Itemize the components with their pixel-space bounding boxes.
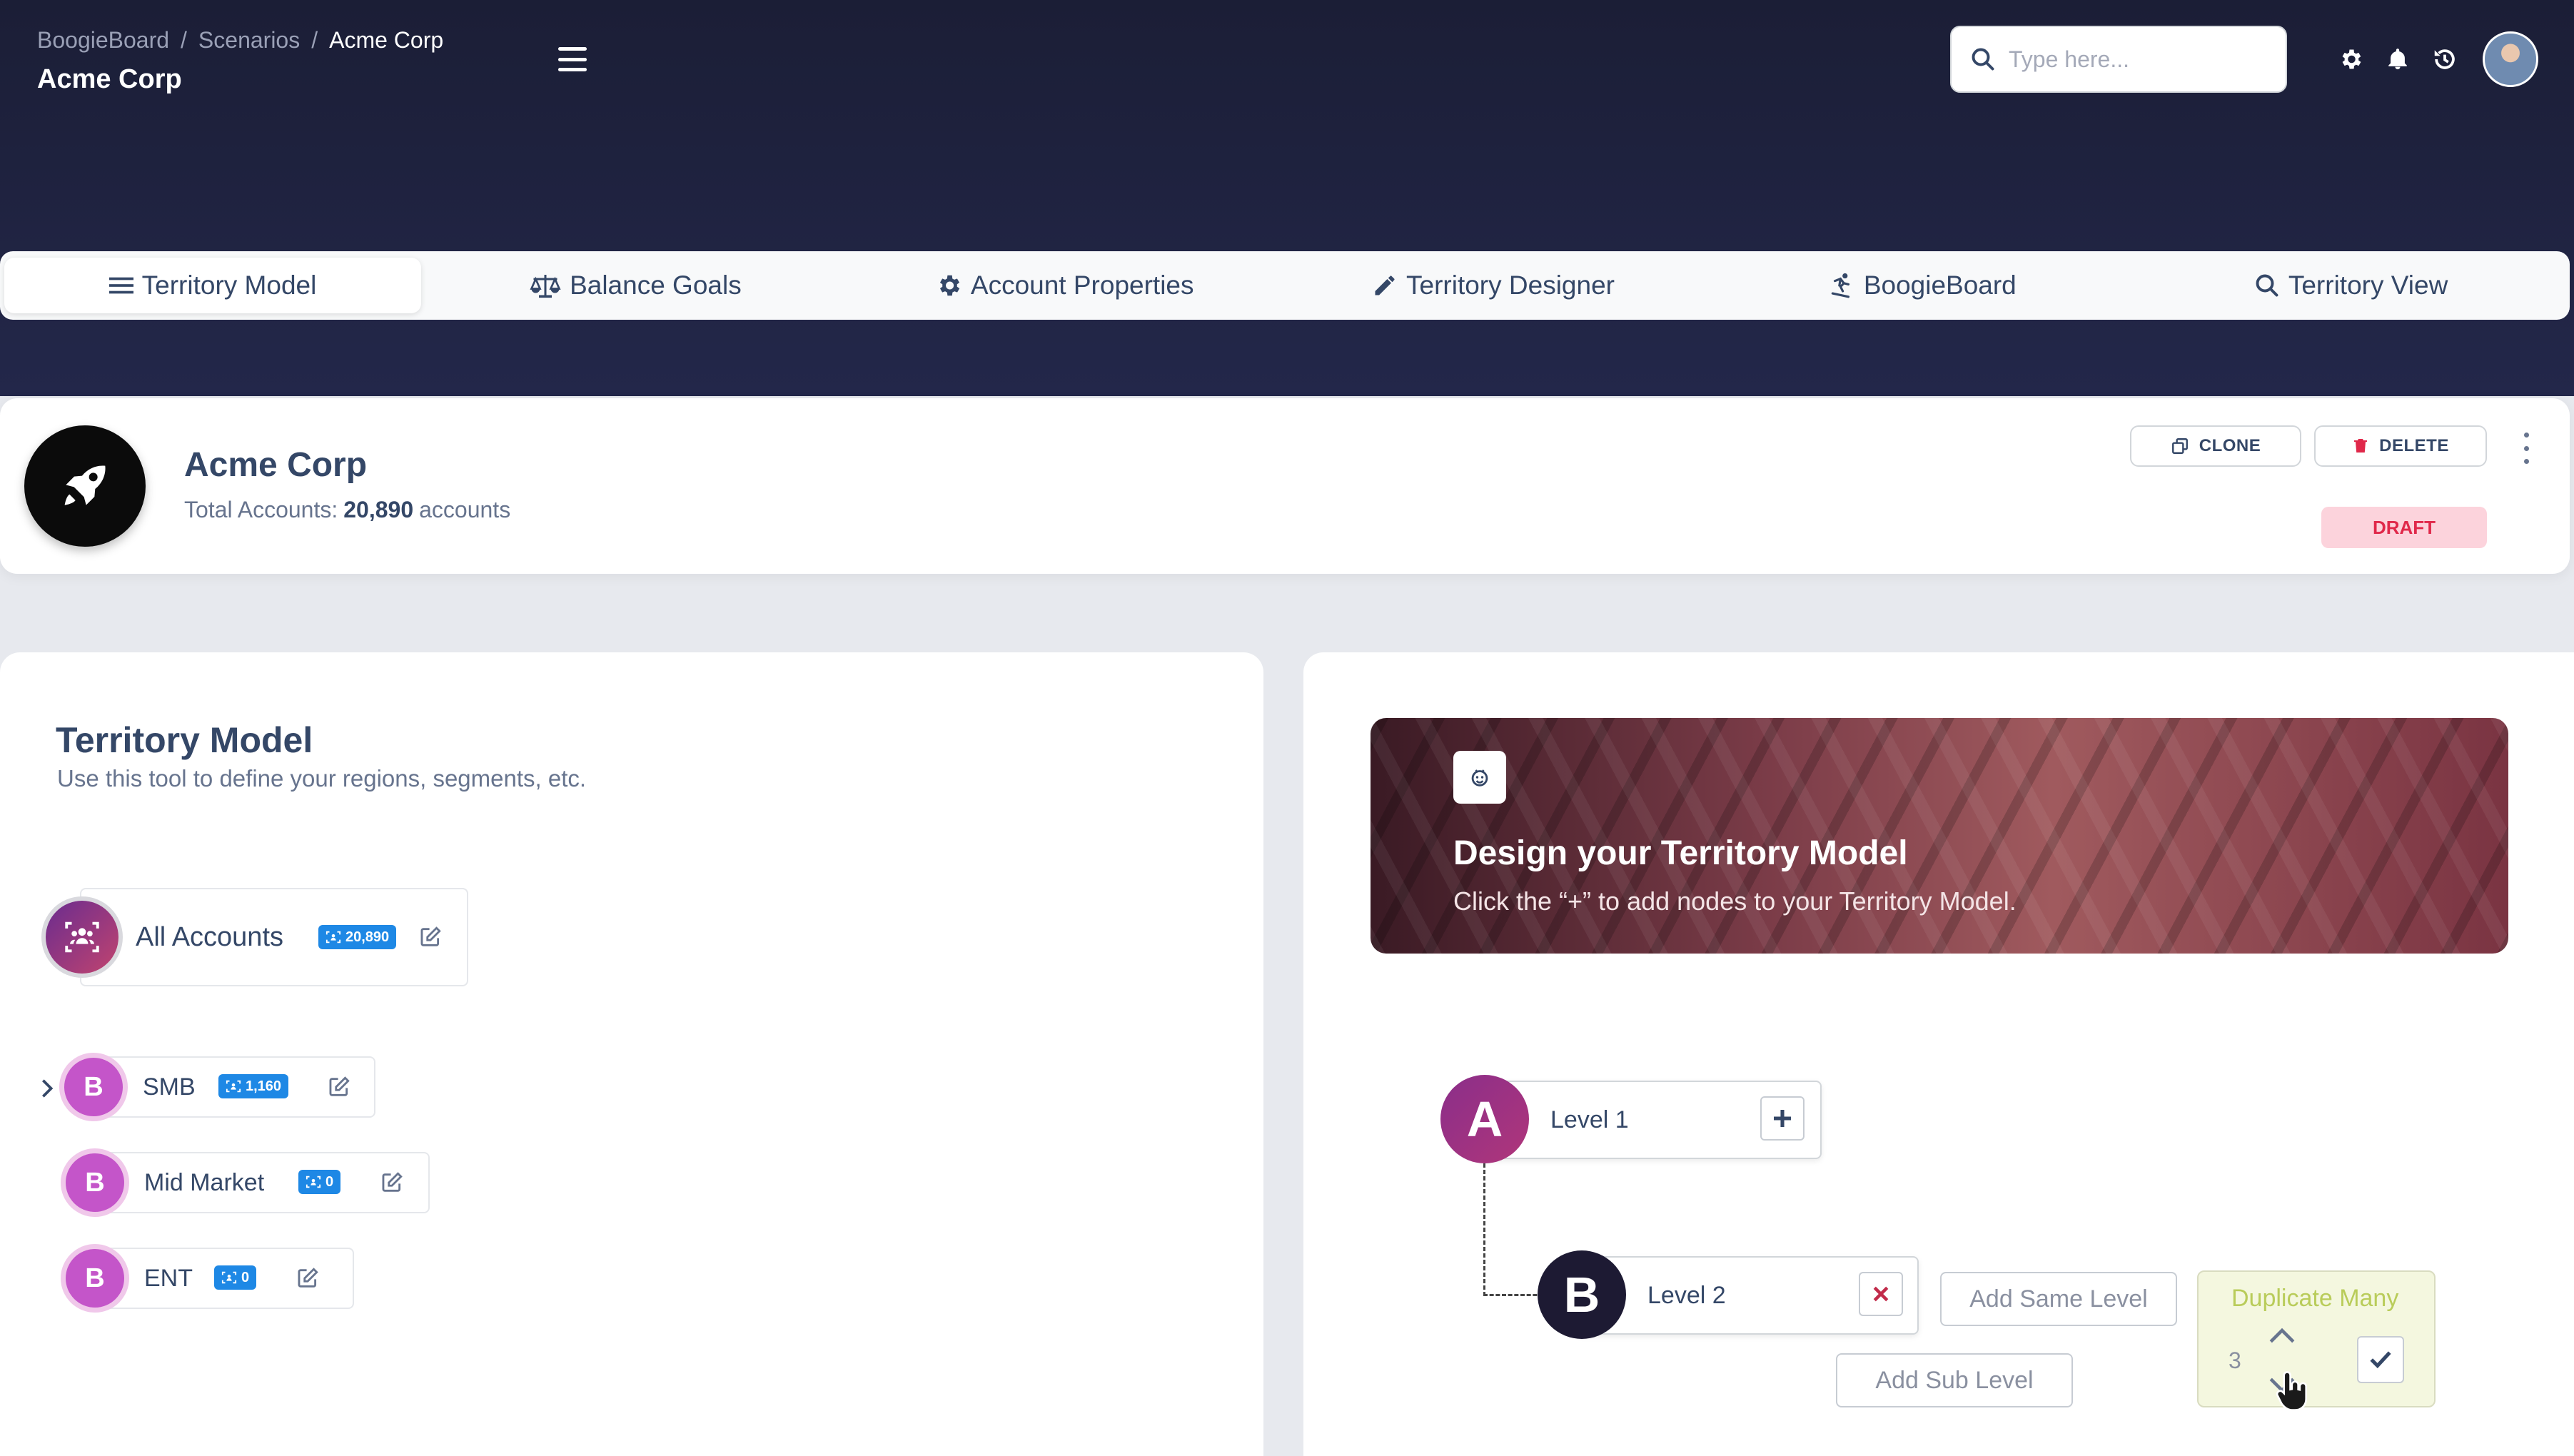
remove-node-button[interactable] [1859,1272,1903,1316]
search-icon [1972,48,1994,71]
snowboarder-icon [1831,273,1849,298]
accounts-mini-icon [325,931,341,944]
edit-icon[interactable] [327,1075,351,1099]
total-accounts-label: Total Accounts: [184,497,338,522]
plus-icon [1774,1110,1791,1127]
tab-territory-model[interactable]: Territory Model [4,258,421,313]
more-options-icon[interactable] [2515,433,2537,464]
gear-icon[interactable] [2333,41,2368,77]
scenario-card: Acme Corp Total Accounts: 20,890 account… [0,398,2570,574]
territory-model-panel: Territory Model Use this tool to define … [0,652,1263,1456]
user-avatar[interactable] [2483,31,2538,87]
tab-boogieboard[interactable]: BoogieBoard [1707,258,2136,313]
rocket-icon [24,425,146,547]
pencil-icon [1375,275,1395,295]
breadcrumb-item-scenarios[interactable]: Scenarios [198,27,300,54]
delete-label: DELETE [2379,436,2449,455]
tab-bar: Territory Model Balance Goals Account Pr… [0,251,2570,320]
tab-label: Territory Model [141,271,317,300]
root-count: 20,890 [345,929,390,945]
page-title: Acme Corp [37,64,182,94]
accounts-group-icon [46,901,118,974]
search-box[interactable] [1950,26,2287,93]
breadcrumb-item-current: Acme Corp [329,27,444,53]
level-2-label: Level 2 [1647,1282,1726,1309]
tab-label: Balance Goals [570,271,742,300]
tab-label: BoogieBoard [1863,271,2017,300]
close-icon [1873,1286,1889,1302]
edit-icon[interactable] [296,1266,320,1290]
tree-node-label: SMB [143,1073,196,1101]
accounts-mini-icon [226,1080,241,1093]
add-sub-level-button[interactable]: Add Sub Level [1836,1353,2073,1407]
node-count: 1,160 [246,1078,282,1094]
count-badge: 1,160 [218,1074,289,1098]
search-icon [2256,274,2278,297]
add-node-button[interactable] [1760,1096,1805,1141]
node-count: 0 [241,1269,250,1285]
accounts-mini-icon [306,1176,321,1188]
node-letter-badge: B [66,1153,124,1212]
menu-toggle-icon[interactable] [558,47,587,71]
breadcrumb-item-boogieboard[interactable]: BoogieBoard [37,27,169,54]
count-badge: 20,890 [318,925,397,949]
tab-account-properties[interactable]: Account Properties [850,258,1279,313]
scale-icon [530,275,561,298]
tab-territory-view[interactable]: Territory View [2136,258,2565,313]
bell-icon[interactable] [2380,41,2416,77]
pointer-cursor-icon [2276,1371,2308,1411]
count-badge: 0 [214,1265,257,1290]
banner-title: Design your Territory Model [1453,834,1908,872]
trash-icon [2354,439,2368,453]
node-letter-badge: B [64,1058,123,1116]
tree-node-label: Mid Market [144,1169,265,1196]
territory-model-subtitle: Use this tool to define your regions, se… [57,765,587,792]
node-count: 0 [325,1173,334,1190]
breadcrumb-separator: / [181,27,187,53]
add-same-level-button[interactable]: Add Same Level [1940,1272,2177,1326]
edit-icon[interactable] [418,925,443,949]
tree-node-label: ENT [144,1265,193,1292]
chevron-right-icon[interactable] [40,1078,54,1099]
edit-icon[interactable] [380,1171,404,1195]
accounts-mini-icon [221,1271,237,1284]
duplicate-many-label: Duplicate Many [2231,1285,2399,1312]
root-node-label: All Accounts [136,922,283,952]
breadcrumb-separator: / [311,27,318,53]
check-icon [2370,1351,2391,1369]
level-letter-badge: A [1440,1075,1529,1163]
connector-line [1483,1163,1543,1296]
total-accounts-value: 20,890 [343,497,414,522]
count-badge: 0 [298,1170,341,1194]
territory-model-title: Territory Model [56,720,313,760]
level-1-label: Level 1 [1550,1106,1629,1133]
tab-label: Territory View [2288,271,2448,300]
tab-label: Territory Designer [1406,271,1615,300]
history-icon[interactable] [2427,41,2463,77]
scenario-name: Acme Corp [184,446,368,484]
clone-button[interactable]: CLONE [2130,425,2301,467]
level-letter-badge: B [1538,1250,1626,1339]
tab-territory-designer[interactable]: Territory Designer [1279,258,1708,313]
confirm-duplicate-button[interactable] [2357,1336,2404,1383]
search-input[interactable] [2009,46,2280,73]
tab-label: Account Properties [970,271,1194,300]
clone-label: CLONE [2199,436,2261,455]
banner-subtitle: Click the “+” to add nodes to your Terri… [1453,886,2017,916]
status-badge: DRAFT [2321,507,2487,548]
total-accounts: Total Accounts: 20,890 accounts [184,497,510,523]
delete-button[interactable]: DELETE [2314,425,2487,467]
list-icon [108,277,133,294]
copy-icon [2171,438,2188,454]
tab-balance-goals[interactable]: Balance Goals [421,258,850,313]
node-letter-badge: B [66,1249,124,1308]
total-accounts-unit: accounts [419,497,511,522]
gear-icon [939,275,960,296]
breadcrumb: BoogieBoard / Scenarios / Acme Corp [37,27,443,54]
chevron-up-icon[interactable] [2267,1326,2297,1345]
duplicate-count-value[interactable]: 3 [2229,1348,2241,1374]
hand-icon [1453,751,1506,804]
